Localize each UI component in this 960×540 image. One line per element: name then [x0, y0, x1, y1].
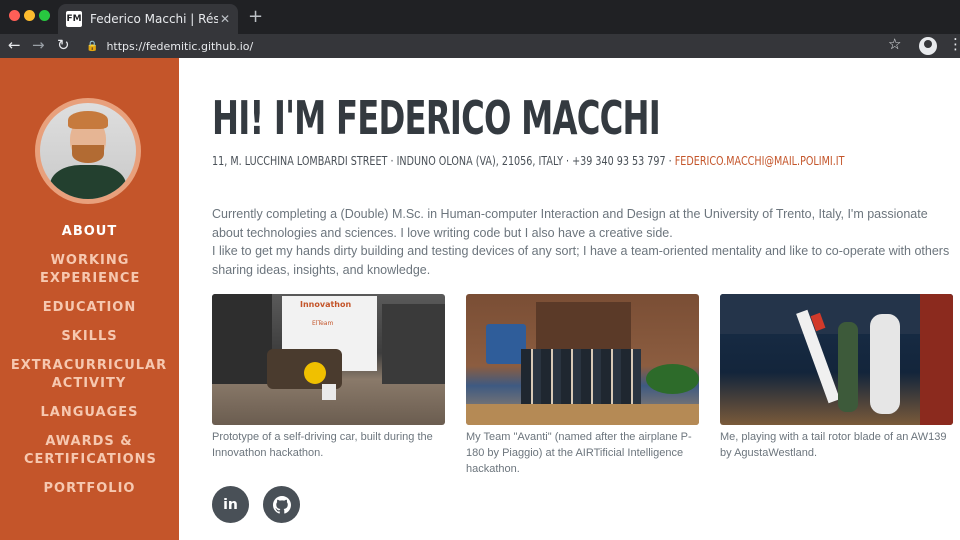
slide-text: ElTeam — [312, 320, 334, 327]
forward-icon[interactable]: → — [32, 36, 45, 54]
page-title: HI! I'M FEDERICO MACCHI — [212, 91, 661, 145]
lock-icon: 🔒 — [86, 40, 99, 52]
address-bar[interactable]: 🔒 https://fedemitic.github.io/ — [80, 36, 880, 56]
github-button[interactable] — [263, 486, 300, 523]
sidebar-item-extracurricular-activity[interactable]: EXTRACURRICULAR ACTIVITY — [9, 357, 169, 393]
sidebar-item-awards-certifications[interactable]: AWARDS & CERTIFICATIONS — [24, 433, 156, 469]
photo-caption: Prototype of a self-driving car, built d… — [212, 431, 433, 459]
close-tab-icon[interactable]: ✕ — [220, 12, 230, 26]
gallery-item: Innovathon ElTeam Prototype of a self-dr… — [212, 294, 445, 461]
innovathon-sign: Innovathon — [300, 300, 352, 309]
bio-paragraph: Currently completing a (Double) M.Sc. in… — [212, 207, 928, 240]
gallery-item: Me, playing with a tail rotor blade of a… — [720, 294, 953, 461]
reload-icon[interactable]: ↻ — [57, 36, 70, 54]
favicon-icon: FM — [66, 11, 82, 27]
bio-paragraph: I like to get my hands dirty building an… — [212, 244, 950, 277]
tab-title: Federico Macchi | Résumé — [90, 12, 218, 26]
photo-caption: Me, playing with a tail rotor blade of a… — [720, 431, 947, 459]
photo-caption: My Team "Avanti" (named after the airpla… — [466, 431, 692, 475]
sidebar-item-skills[interactable]: SKILLS — [0, 328, 179, 346]
profile-avatar-icon[interactable] — [919, 37, 937, 55]
photo-self-driving-car: Innovathon ElTeam — [212, 294, 445, 425]
browser-toolbar: ← → ↻ 🔒 https://fedemitic.github.io/ ☆ ⋮ — [0, 34, 960, 58]
address-text: 11, M. LUCCHINA LOMBARDI STREET · INDUNO… — [212, 154, 675, 168]
minimize-window-button[interactable] — [24, 10, 35, 21]
github-icon — [272, 495, 291, 514]
browser-titlebar: FM Federico Macchi | Résumé ✕ + — [0, 0, 960, 34]
sidebar-item-languages[interactable]: LANGUAGES — [0, 404, 179, 422]
maximize-window-button[interactable] — [39, 10, 50, 21]
gallery-item: My Team "Avanti" (named after the airpla… — [466, 294, 699, 477]
new-tab-icon[interactable]: + — [248, 6, 263, 27]
sidebar-item-portfolio[interactable]: PORTFOLIO — [0, 480, 179, 498]
sidebar-item-working-experience[interactable]: WORKING EXPERIENCE — [40, 252, 140, 288]
contact-line: 11, M. LUCCHINA LOMBARDI STREET · INDUNO… — [212, 154, 844, 168]
photo-tail-rotor-blade — [720, 294, 953, 425]
close-window-button[interactable] — [9, 10, 20, 21]
linkedin-button[interactable]: in — [212, 486, 249, 523]
main-content: HI! I'M FEDERICO MACCHI 11, M. LUCCHINA … — [179, 58, 960, 540]
browser-tab[interactable]: FM Federico Macchi | Résumé ✕ — [58, 4, 238, 34]
profile-photo — [35, 98, 141, 204]
linkedin-icon: in — [223, 496, 238, 513]
sidebar-nav: ABOUT WORKING EXPERIENCE EDUCATION SKILL… — [0, 223, 179, 509]
url-text: https://fedemitic.github.io/ — [106, 39, 254, 53]
email-link[interactable]: FEDERICO.MACCHI@MAIL.POLIMI.IT — [675, 154, 845, 168]
photo-team-avanti — [466, 294, 699, 425]
sidebar-item-education[interactable]: EDUCATION — [0, 299, 179, 317]
sidebar: ABOUT WORKING EXPERIENCE EDUCATION SKILL… — [0, 58, 179, 540]
bookmark-star-icon[interactable]: ☆ — [888, 35, 901, 53]
bio: Currently completing a (Double) M.Sc. in… — [212, 205, 957, 279]
sidebar-item-about[interactable]: ABOUT — [0, 223, 179, 241]
menu-kebab-icon[interactable]: ⋮ — [948, 35, 960, 53]
back-icon[interactable]: ← — [8, 36, 21, 54]
